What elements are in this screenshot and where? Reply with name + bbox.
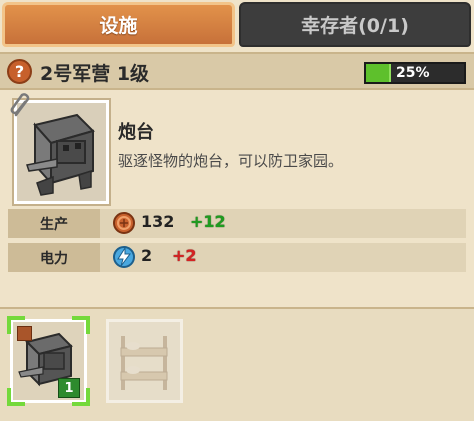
turret-slot[interactable]: 1	[7, 316, 90, 406]
tab-facilities[interactable]: 设施	[2, 2, 235, 47]
progress-fill	[366, 64, 391, 82]
facility-panel: 设施 幸存者(0/1) ? 2号军营 1级 25% 炮台 驱逐怪物的炮台，可以防…	[0, 0, 474, 421]
progress-bar: 25%	[364, 62, 466, 84]
stat-value-power: 2	[141, 246, 153, 265]
stat-delta-power: +2	[172, 246, 197, 265]
stat-label-power: 电力	[8, 243, 100, 272]
building-header: ? 2号军营 1级 25%	[0, 52, 474, 90]
tab-survivors[interactable]: 幸存者(0/1)	[239, 2, 471, 47]
tab-facilities-label: 设施	[99, 15, 138, 37]
lightning-icon	[113, 246, 135, 268]
item-description: 驱逐怪物的炮台，可以防卫家园。	[118, 152, 344, 170]
bunk-bed-icon	[120, 336, 168, 390]
tab-survivors-label: 幸存者(0/1)	[301, 15, 409, 37]
item-name: 炮台	[118, 122, 154, 143]
building-title: 2号军营 1级	[40, 63, 150, 85]
question-mark-icon[interactable]: ?	[7, 59, 32, 84]
stat-row-production: 生产 132 +12	[8, 209, 466, 238]
stat-label-production: 生产	[8, 209, 100, 238]
paperclip-icon	[10, 93, 30, 117]
stat-value-production: 132	[141, 212, 175, 231]
count-badge: 1	[58, 378, 80, 398]
stat-row-power: 电力 2 +2	[8, 243, 466, 272]
progress-text: 25%	[396, 65, 430, 81]
stat-delta-production: +12	[190, 212, 226, 231]
bunk-bed-slot[interactable]	[106, 319, 183, 403]
coin-icon	[113, 212, 135, 234]
user-badge-icon	[17, 326, 32, 341]
